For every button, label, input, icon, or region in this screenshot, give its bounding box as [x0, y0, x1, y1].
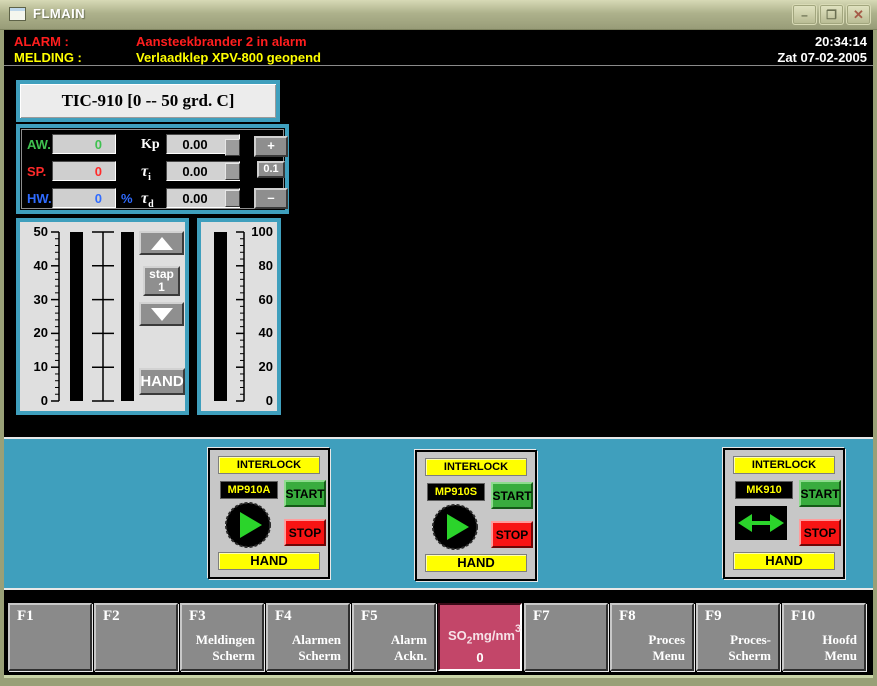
- aw-label: AW.: [27, 137, 51, 152]
- pump-running-icon: [224, 501, 272, 554]
- separator-line: [4, 588, 873, 590]
- main-screen: ALARM : Aansteekbrander 2 in alarm 20:34…: [4, 30, 873, 678]
- controller-title: TIC-910 [0 -- 50 grd. C]: [16, 80, 280, 122]
- f10-hoofd-menu-button[interactable]: F10 Hoofd Menu: [782, 603, 866, 671]
- stop-button[interactable]: STOP: [799, 519, 841, 546]
- so2-value-display: SO2mg/nm3 0: [438, 603, 522, 671]
- close-button[interactable]: ✕: [846, 4, 871, 25]
- interlock-panel-mp910a: INTERLOCK MP910A START STOP HAND: [208, 448, 330, 579]
- f2-button[interactable]: F2: [94, 603, 178, 671]
- right-scale-ruler: [235, 222, 245, 411]
- hw-label: HW.: [27, 191, 52, 206]
- mode-banner: HAND: [733, 552, 835, 570]
- mode-banner: HAND: [425, 554, 527, 572]
- increase-button[interactable]: +: [254, 136, 288, 157]
- equipment-tag: MP910S: [427, 483, 485, 501]
- interlock-banner: INTERLOCK: [218, 456, 320, 474]
- alarm-label: ALARM :: [14, 33, 69, 49]
- decrease-button[interactable]: –: [254, 188, 288, 209]
- kp-spin-button[interactable]: [225, 139, 240, 156]
- controller-slider-panel: 50 40 30 20 10 0 stap 1 HAND: [16, 218, 189, 415]
- clock: 20:34:14: [814, 33, 867, 49]
- setpoint-bar: [70, 232, 83, 401]
- f9-proces-scherm-button[interactable]: F9 Proces- Scherm: [696, 603, 780, 671]
- sp-label: SP.: [27, 164, 47, 179]
- f7-button[interactable]: F7: [524, 603, 608, 671]
- kp-label: Kp: [141, 137, 160, 152]
- alarm-message: Aansteekbrander 2 in alarm: [136, 33, 307, 49]
- step-size-display-button[interactable]: stap 1: [143, 266, 180, 296]
- arrow-up-icon: [150, 236, 173, 250]
- hw-unit: %: [121, 191, 133, 206]
- controller-parameters: AW. 0 Kp 0.00 + SP. 0 τi 0.00 0.1 HW. 0 …: [16, 124, 289, 214]
- arrow-down-icon: [150, 307, 173, 321]
- sp-value-field: 0: [52, 161, 116, 181]
- measurement-bar-panel: 100 80 60 40 20 0: [197, 218, 281, 415]
- app-icon: [9, 7, 26, 21]
- tau-d-label: τd: [141, 190, 154, 210]
- melding-message: Verlaadklep XPV-800 geopend: [136, 49, 321, 65]
- interlock-panel-mp910s: INTERLOCK MP910S START STOP HAND: [415, 450, 537, 581]
- minimize-button[interactable]: –: [792, 4, 817, 25]
- interlock-panel-mk910: INTERLOCK MK910 START STOP HAND: [723, 448, 845, 579]
- pump-running-icon: [431, 503, 479, 556]
- tau-i-label: τi: [141, 163, 151, 183]
- step-up-button[interactable]: [139, 231, 184, 255]
- titlebar: FLMAIN – ❐ ✕: [0, 0, 877, 30]
- melding-label: MELDING :: [14, 49, 82, 65]
- interlock-banner: INTERLOCK: [733, 456, 835, 474]
- stop-button[interactable]: STOP: [284, 519, 326, 546]
- equipment-tag: MK910: [735, 481, 793, 499]
- left-scale-ruler: [50, 222, 60, 411]
- stop-button[interactable]: STOP: [491, 521, 533, 548]
- maximize-button[interactable]: ❐: [819, 4, 844, 25]
- aw-value-field: 0: [52, 134, 116, 154]
- f1-button[interactable]: F1: [8, 603, 92, 671]
- interlock-banner: INTERLOCK: [425, 458, 527, 476]
- start-button[interactable]: START: [491, 482, 533, 509]
- output-bar: [121, 232, 134, 401]
- start-button[interactable]: START: [799, 480, 841, 507]
- f4-alarmen-button[interactable]: F4 Alarmen Scherm: [266, 603, 350, 671]
- f5-alarm-ackn-button[interactable]: F5 Alarm Ackn.: [352, 603, 436, 671]
- so2-value: 0: [476, 650, 484, 665]
- f3-meldingen-button[interactable]: F3 Meldingen Scherm: [180, 603, 264, 671]
- equipment-tag: MP910A: [220, 481, 278, 499]
- center-scale-ruler: [92, 222, 114, 411]
- tau-i-spin-button[interactable]: [225, 163, 240, 180]
- window-border-highlight: [4, 675, 873, 678]
- alarm-bar: ALARM : Aansteekbrander 2 in alarm 20:34…: [4, 31, 873, 66]
- hand-mode-button[interactable]: HAND: [139, 368, 185, 395]
- mode-banner: HAND: [218, 552, 320, 570]
- window-title: FLMAIN: [33, 6, 86, 21]
- tau-d-spin-button[interactable]: [225, 190, 240, 207]
- mixer-running-icon: [735, 506, 787, 545]
- hw-value-field: 0: [52, 188, 116, 208]
- start-button[interactable]: START: [284, 480, 326, 507]
- function-key-bar: F1 F2 F3 Meldingen Scherm F4 Alarmen Scher…: [4, 603, 873, 675]
- step-size-button[interactable]: 0.1: [257, 161, 285, 178]
- date: Zat 07-02-2005: [777, 49, 867, 65]
- right-scale-labels: 100 80 60 40 20 0: [251, 224, 273, 408]
- interlock-band: INTERLOCK MP910A START STOP HAND INTERLO…: [4, 439, 873, 588]
- f8-proces-menu-button[interactable]: F8 Proces Menu: [610, 603, 694, 671]
- hmi-window: FLMAIN – ❐ ✕ ALARM : Aansteekbrander 2 i…: [0, 0, 877, 686]
- left-scale-labels: 50 40 30 20 10 0: [33, 224, 48, 408]
- step-down-button[interactable]: [139, 302, 184, 326]
- measurement-bar: [214, 232, 227, 401]
